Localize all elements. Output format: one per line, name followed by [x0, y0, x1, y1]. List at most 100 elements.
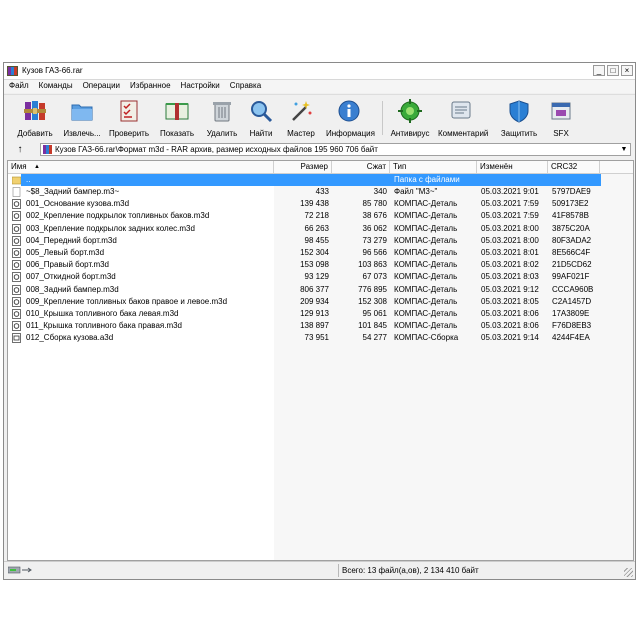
file-modified: 05.03.2021 8:01	[481, 248, 539, 257]
menu-settings[interactable]: Настройки	[176, 80, 225, 90]
kompas-assembly-icon	[12, 333, 21, 344]
table-row[interactable]: 003_Крепление подкрылок задних колес.m3d…	[8, 223, 633, 235]
file-modified: 05.03.2021 9:12	[481, 284, 539, 294]
file-size: 139 438	[300, 199, 329, 209]
file-packed: 103 863	[358, 260, 387, 270]
up-arrow-icon[interactable]: ↑	[9, 143, 31, 156]
info-icon	[338, 100, 360, 122]
kompas-part-icon	[12, 272, 21, 283]
menu-help[interactable]: Справка	[225, 80, 266, 90]
file-name: ~$8_Задний бампер.m3~	[26, 187, 120, 196]
checklist-icon	[120, 100, 138, 122]
archive-icon	[43, 145, 52, 154]
column-modified[interactable]: Изменён	[477, 161, 548, 173]
menu-file[interactable]: Файл	[4, 80, 34, 90]
title-bar[interactable]: Кузов ГАЗ-66.rar _ □ ×	[4, 63, 635, 80]
sfx-button[interactable]: SFX	[538, 98, 584, 138]
status-divider	[338, 564, 339, 577]
file-name: 012_Сборка кузова.a3d	[26, 333, 114, 343]
file-name: 008_Задний бампер.m3d	[26, 284, 119, 294]
menu-commands[interactable]: Команды	[34, 80, 78, 90]
table-row[interactable]: 006_Правый борт.m3d 153 098 103 863 КОМПАС-…	[8, 259, 633, 271]
file-type: КОМПАС-Деталь	[394, 296, 458, 306]
column-name-label: Имя	[11, 162, 27, 171]
chevron-down-icon[interactable]: ▼	[619, 144, 629, 155]
file-modified: 05.03.2021 8:05	[481, 296, 539, 306]
file-size: 138 897	[300, 321, 329, 331]
column-name[interactable]: Имя ▲	[8, 161, 274, 173]
sfx-label: SFX	[553, 129, 569, 138]
extract-button[interactable]: Извлечь...	[59, 98, 105, 138]
table-row[interactable]: 011_Крышка топливного бака правая.m3d 138…	[8, 320, 633, 332]
view-button[interactable]: Показать	[154, 98, 200, 138]
info-button[interactable]: Информация	[326, 98, 375, 138]
minimize-button[interactable]: _	[593, 65, 605, 76]
table-row[interactable]: 012_Сборка кузова.a3d 73 951 54 277 КОМПАС-…	[8, 332, 633, 344]
file-packed: 101 845	[358, 321, 387, 331]
file-name: 011_Крышка топливного бака правая.m3d	[26, 321, 183, 331]
file-modified: 05.03.2021 9:01	[481, 187, 539, 196]
add-button[interactable]: Добавить	[12, 98, 58, 138]
file-name: 009_Крепление топливных баков правое и л…	[26, 296, 228, 306]
address-field[interactable]: Кузов ГАЗ-66.rar\Формат m3d - RAR архив,…	[40, 143, 631, 156]
column-size[interactable]: Размер	[274, 161, 332, 173]
column-packed[interactable]: Сжат	[332, 161, 390, 173]
window-title: Кузов ГАЗ-66.rar	[22, 66, 83, 75]
table-row[interactable]: 005_Левый борт.m3d 152 304 96 566 КОМПАС-Де…	[8, 247, 633, 259]
extract-label: Извлечь...	[63, 129, 101, 138]
selection-highlight	[21, 174, 601, 186]
file-size: 153 098	[300, 260, 329, 270]
resize-grip[interactable]	[624, 568, 633, 577]
wizard-button[interactable]: Мастер	[278, 98, 324, 138]
file-modified: 05.03.2021 8:06	[481, 309, 539, 318]
menu-favorites[interactable]: Избранное	[125, 80, 176, 90]
file-list[interactable]: Имя ▲ Размер Сжат Тип Изменён CRC32 .. Па…	[7, 160, 634, 561]
antivirus-icon	[398, 99, 422, 123]
comment-button[interactable]: Комментарий	[438, 98, 489, 138]
kompas-part-icon	[12, 284, 21, 295]
file-packed: 95 061	[362, 309, 387, 318]
test-label: Проверить	[108, 129, 149, 138]
file-name: 004_Передний борт.m3d	[26, 235, 117, 245]
file-crc: 99AF021F	[552, 272, 590, 282]
test-button[interactable]: Проверить	[106, 98, 152, 138]
file-size: 66 263	[304, 223, 329, 233]
file-modified: 05.03.2021 9:14	[481, 333, 539, 343]
table-row[interactable]: 001_Основание кузова.m3d 139 438 85 780 КОМ…	[8, 198, 633, 210]
file-packed: 38 676	[362, 211, 387, 221]
protect-button[interactable]: Защитить	[496, 98, 542, 138]
file-crc: 80F3ADA2	[552, 235, 592, 245]
file-packed: 54 277	[362, 333, 387, 343]
file-packed: 36 062	[362, 223, 387, 233]
file-name: 007_Откидной борт.m3d	[26, 272, 116, 282]
table-row[interactable]: 009_Крепление топливных баков правое и л…	[8, 296, 633, 308]
status-text: Всего: 13 файл(а,ов), 2 134 410 байт	[342, 566, 479, 575]
table-row[interactable]: ~$8_Задний бампер.m3~ 433 340 Файл "M3~" 05.…	[8, 186, 633, 198]
table-row[interactable]: 010_Крышка топливного бака левая.m3d 129 …	[8, 308, 633, 320]
file-packed: 340	[373, 187, 387, 196]
table-row[interactable]: 002_Крепление подкрылок топливных баков.…	[8, 210, 633, 222]
add-label: Добавить	[17, 129, 53, 138]
comment-label: Комментарий	[438, 129, 489, 138]
antivirus-button[interactable]: Антивирус	[387, 98, 433, 138]
folder-extract-icon	[71, 104, 93, 121]
file-size: 209 934	[300, 296, 329, 306]
table-row[interactable]: 004_Передний борт.m3d 98 455 73 279 КОМПАС-…	[8, 235, 633, 247]
file-packed: 776 895	[358, 284, 387, 294]
maximize-button[interactable]: □	[607, 65, 619, 76]
column-type[interactable]: Тип	[390, 161, 477, 173]
file-type: КОМПАС-Деталь	[394, 321, 458, 331]
file-type: Файл "M3~"	[394, 187, 438, 196]
file-packed: 73 279	[362, 235, 387, 245]
winrar-app-icon	[7, 66, 18, 76]
table-row[interactable]: 008_Задний бампер.m3d 806 377 776 895 КОМПА…	[8, 284, 633, 296]
menu-operations[interactable]: Операции	[78, 80, 125, 90]
close-button[interactable]: ×	[621, 65, 633, 76]
file-type: КОМПАС-Деталь	[394, 223, 458, 233]
table-row[interactable]: 007_Откидной борт.m3d 93 129 67 073 КОМПАС-…	[8, 271, 633, 283]
file-modified: 05.03.2021 8:00	[481, 223, 539, 233]
file-name: 006_Правый борт.m3d	[26, 260, 110, 270]
parent-folder-row[interactable]: .. Папка с файлами	[8, 174, 633, 186]
file-size: 93 129	[304, 272, 329, 282]
column-crc[interactable]: CRC32	[548, 161, 600, 173]
